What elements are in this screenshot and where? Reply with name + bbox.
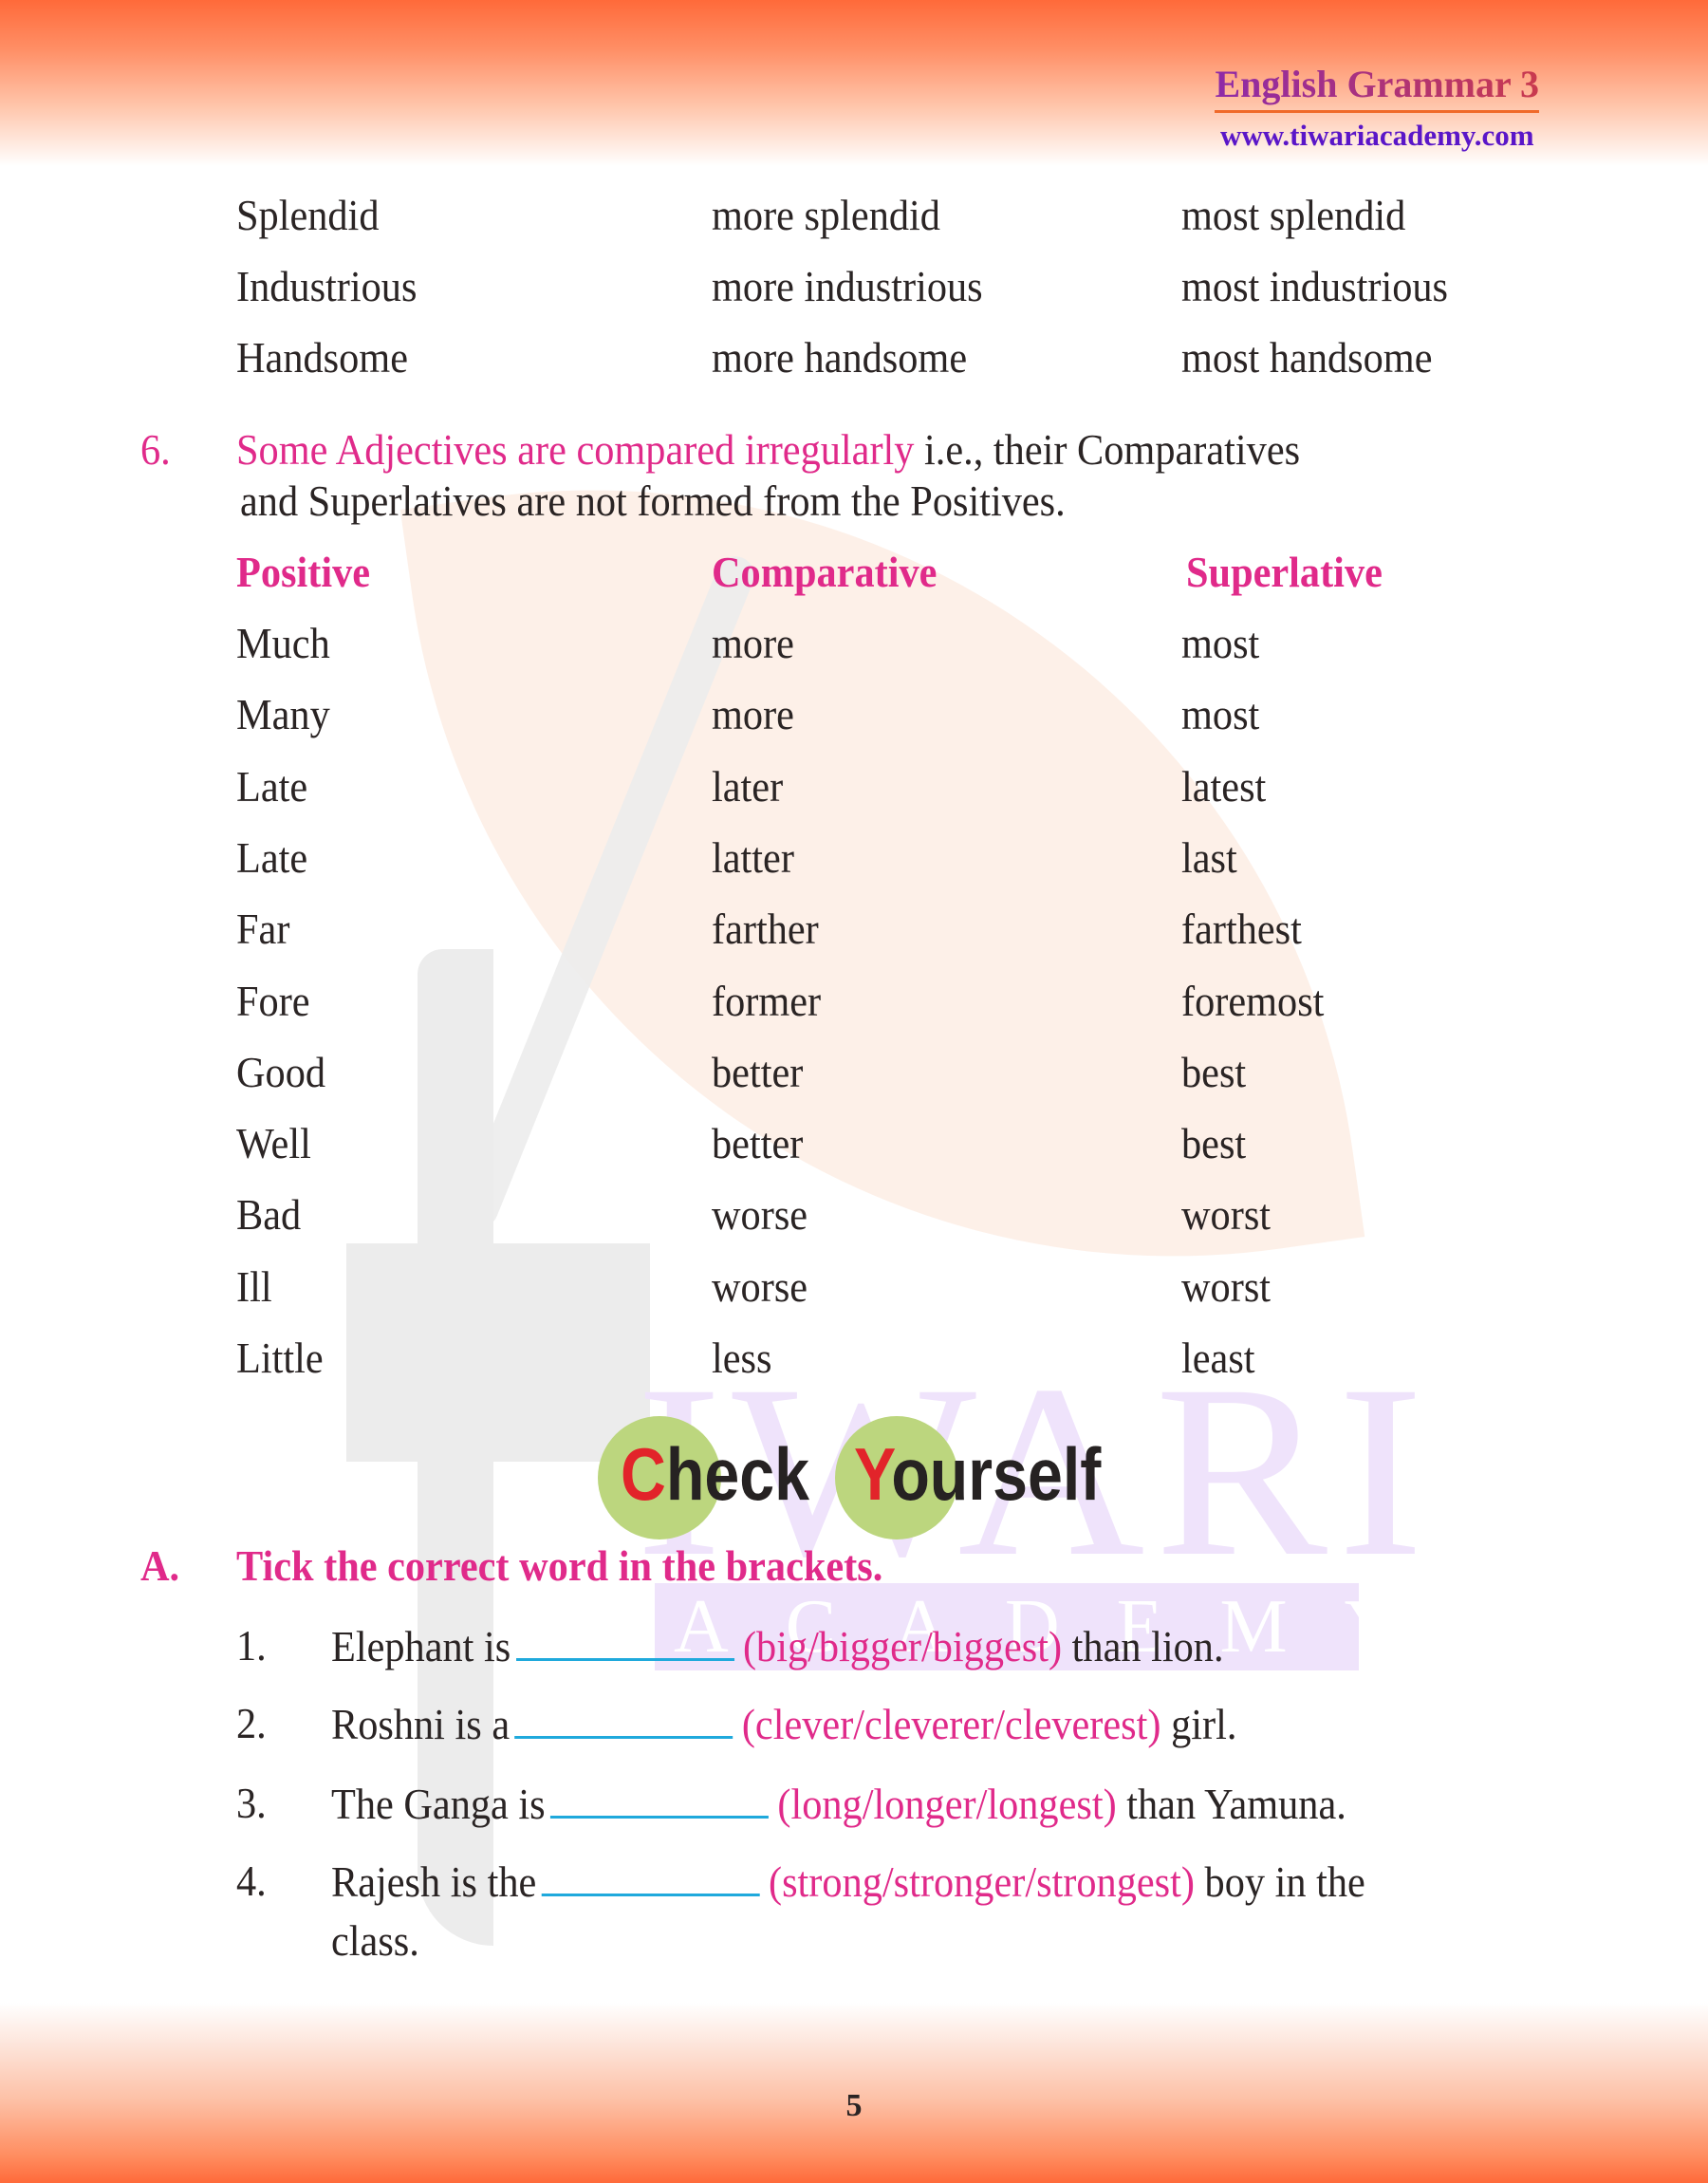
table-cell: former (712, 976, 822, 1025)
table-cell: more (712, 690, 794, 739)
item-text-after: than Yamuna. (1126, 1780, 1346, 1828)
table-cell: latest (1181, 761, 1267, 811)
table-cell: more (712, 619, 794, 667)
exercise-item-number: 4. (236, 1856, 267, 1905)
item-text-after: boy in the (1204, 1857, 1365, 1906)
table-cell: worst (1181, 1261, 1272, 1311)
heading-cap-y: Y (854, 1432, 892, 1516)
item-text-after: than lion. (1071, 1622, 1224, 1670)
table-cell: Splendid (236, 191, 380, 239)
table-cell: better (712, 1119, 804, 1168)
table-cell: Good (236, 1047, 326, 1096)
item-text-before: Elephant is (331, 1622, 511, 1670)
page-number: 5 (845, 2088, 863, 2123)
table-cell: farthest (1181, 905, 1302, 954)
table-cell: worst (1181, 1190, 1272, 1240)
table-cell: best (1181, 1047, 1247, 1096)
section-rule-line1: Some Adjectives are compared irregularly… (236, 424, 1300, 476)
exercise-item: Roshni is a (clever/cleverer/cleverest) g… (331, 1698, 1236, 1750)
section-rule-line2: and Superlatives are not formed from the… (240, 476, 1066, 525)
table-cell: less (712, 1334, 772, 1382)
table-cell: Late (236, 761, 308, 811)
answer-blank[interactable] (515, 1620, 734, 1661)
table-cell: Industrious (236, 262, 418, 310)
heading-rest: heck (665, 1432, 810, 1516)
table-cell: more industrious (712, 262, 983, 310)
column-header-comparative: Comparative (712, 548, 938, 596)
column-header-positive: Positive (236, 548, 371, 596)
table-cell: Well (236, 1119, 311, 1168)
table-cell: foremost (1181, 976, 1325, 1025)
check-yourself-heading: Check Yourself (598, 1416, 1129, 1539)
table-cell: Many (236, 690, 330, 739)
page-header: English Grammar 3 www.tiwariacademy.com (1215, 63, 1539, 153)
exercise-label: A. (140, 1541, 180, 1590)
exercise-item-number: 2. (236, 1699, 267, 1747)
exercise-item: The Ganga is (long/longer/longest) than Y… (331, 1778, 1346, 1830)
table-cell: least (1181, 1334, 1255, 1382)
answer-blank[interactable] (550, 1778, 770, 1819)
header-divider (1215, 110, 1539, 113)
table-cell: most splendid (1181, 191, 1406, 239)
table-cell: most (1181, 619, 1260, 667)
exercise-item: Elephant is (big/bigger/biggest) than lio… (331, 1620, 1224, 1672)
table-cell: Late (236, 832, 308, 882)
table-cell: most (1181, 690, 1260, 739)
answer-blank[interactable] (541, 1856, 760, 1896)
item-options[interactable]: (big/bigger/biggest) (743, 1622, 1062, 1670)
website-link[interactable]: www.tiwariacademy.com (1215, 119, 1539, 153)
table-cell: later (712, 761, 784, 811)
section-number: 6. (140, 425, 171, 474)
heading-word-check: Check (621, 1431, 809, 1517)
table-cell: Far (236, 905, 290, 954)
item-text-before: The Ganga is (331, 1780, 546, 1828)
table-cell: more splendid (712, 191, 940, 239)
item-text-before: Roshni is a (331, 1700, 511, 1748)
item-options[interactable]: (long/longer/longest) (777, 1780, 1116, 1828)
table-cell: Ill (236, 1261, 272, 1311)
exercise-item-number: 1. (236, 1621, 267, 1670)
column-header-superlative: Superlative (1186, 548, 1383, 596)
table-cell: Much (236, 619, 330, 667)
item-text-before: Rajesh is the (331, 1857, 537, 1906)
table-cell: better (712, 1047, 804, 1096)
table-cell: more handsome (712, 333, 968, 382)
table-cell: worse (712, 1261, 808, 1311)
item-options[interactable]: (strong/stronger/strongest) (769, 1857, 1195, 1906)
book-title: English Grammar 3 (1215, 63, 1539, 105)
exercise-item-number: 3. (236, 1779, 267, 1827)
rule-text: i.e., their Comparatives (914, 425, 1301, 474)
table-cell: last (1181, 832, 1237, 882)
exercise-item: Rajesh is the (strong/stronger/strongest)… (331, 1856, 1365, 1908)
exercise-instruction: Tick the correct word in the brackets. (236, 1541, 883, 1590)
rule-highlight: Some Adjectives are compared irregularly (236, 425, 915, 474)
table-cell: most industrious (1181, 262, 1449, 310)
table-cell: Handsome (236, 333, 409, 382)
table-cell: best (1181, 1119, 1247, 1168)
heading-cap-c: C (621, 1432, 666, 1516)
heading-rest: ourself (891, 1432, 1102, 1516)
exercise-item-continuation: class. (331, 1916, 419, 1965)
table-cell: latter (712, 832, 794, 882)
item-options[interactable]: (clever/cleverer/cleverest) (742, 1700, 1161, 1748)
table-cell: Fore (236, 976, 310, 1025)
item-text-after: girl. (1171, 1700, 1237, 1748)
heading-word-yourself: Yourself (854, 1431, 1101, 1517)
table-cell: worse (712, 1190, 808, 1240)
answer-blank[interactable] (514, 1698, 733, 1739)
table-cell: most handsome (1181, 333, 1433, 382)
table-cell: Little (236, 1334, 324, 1382)
table-cell: Bad (236, 1190, 302, 1240)
table-cell: farther (712, 905, 819, 954)
